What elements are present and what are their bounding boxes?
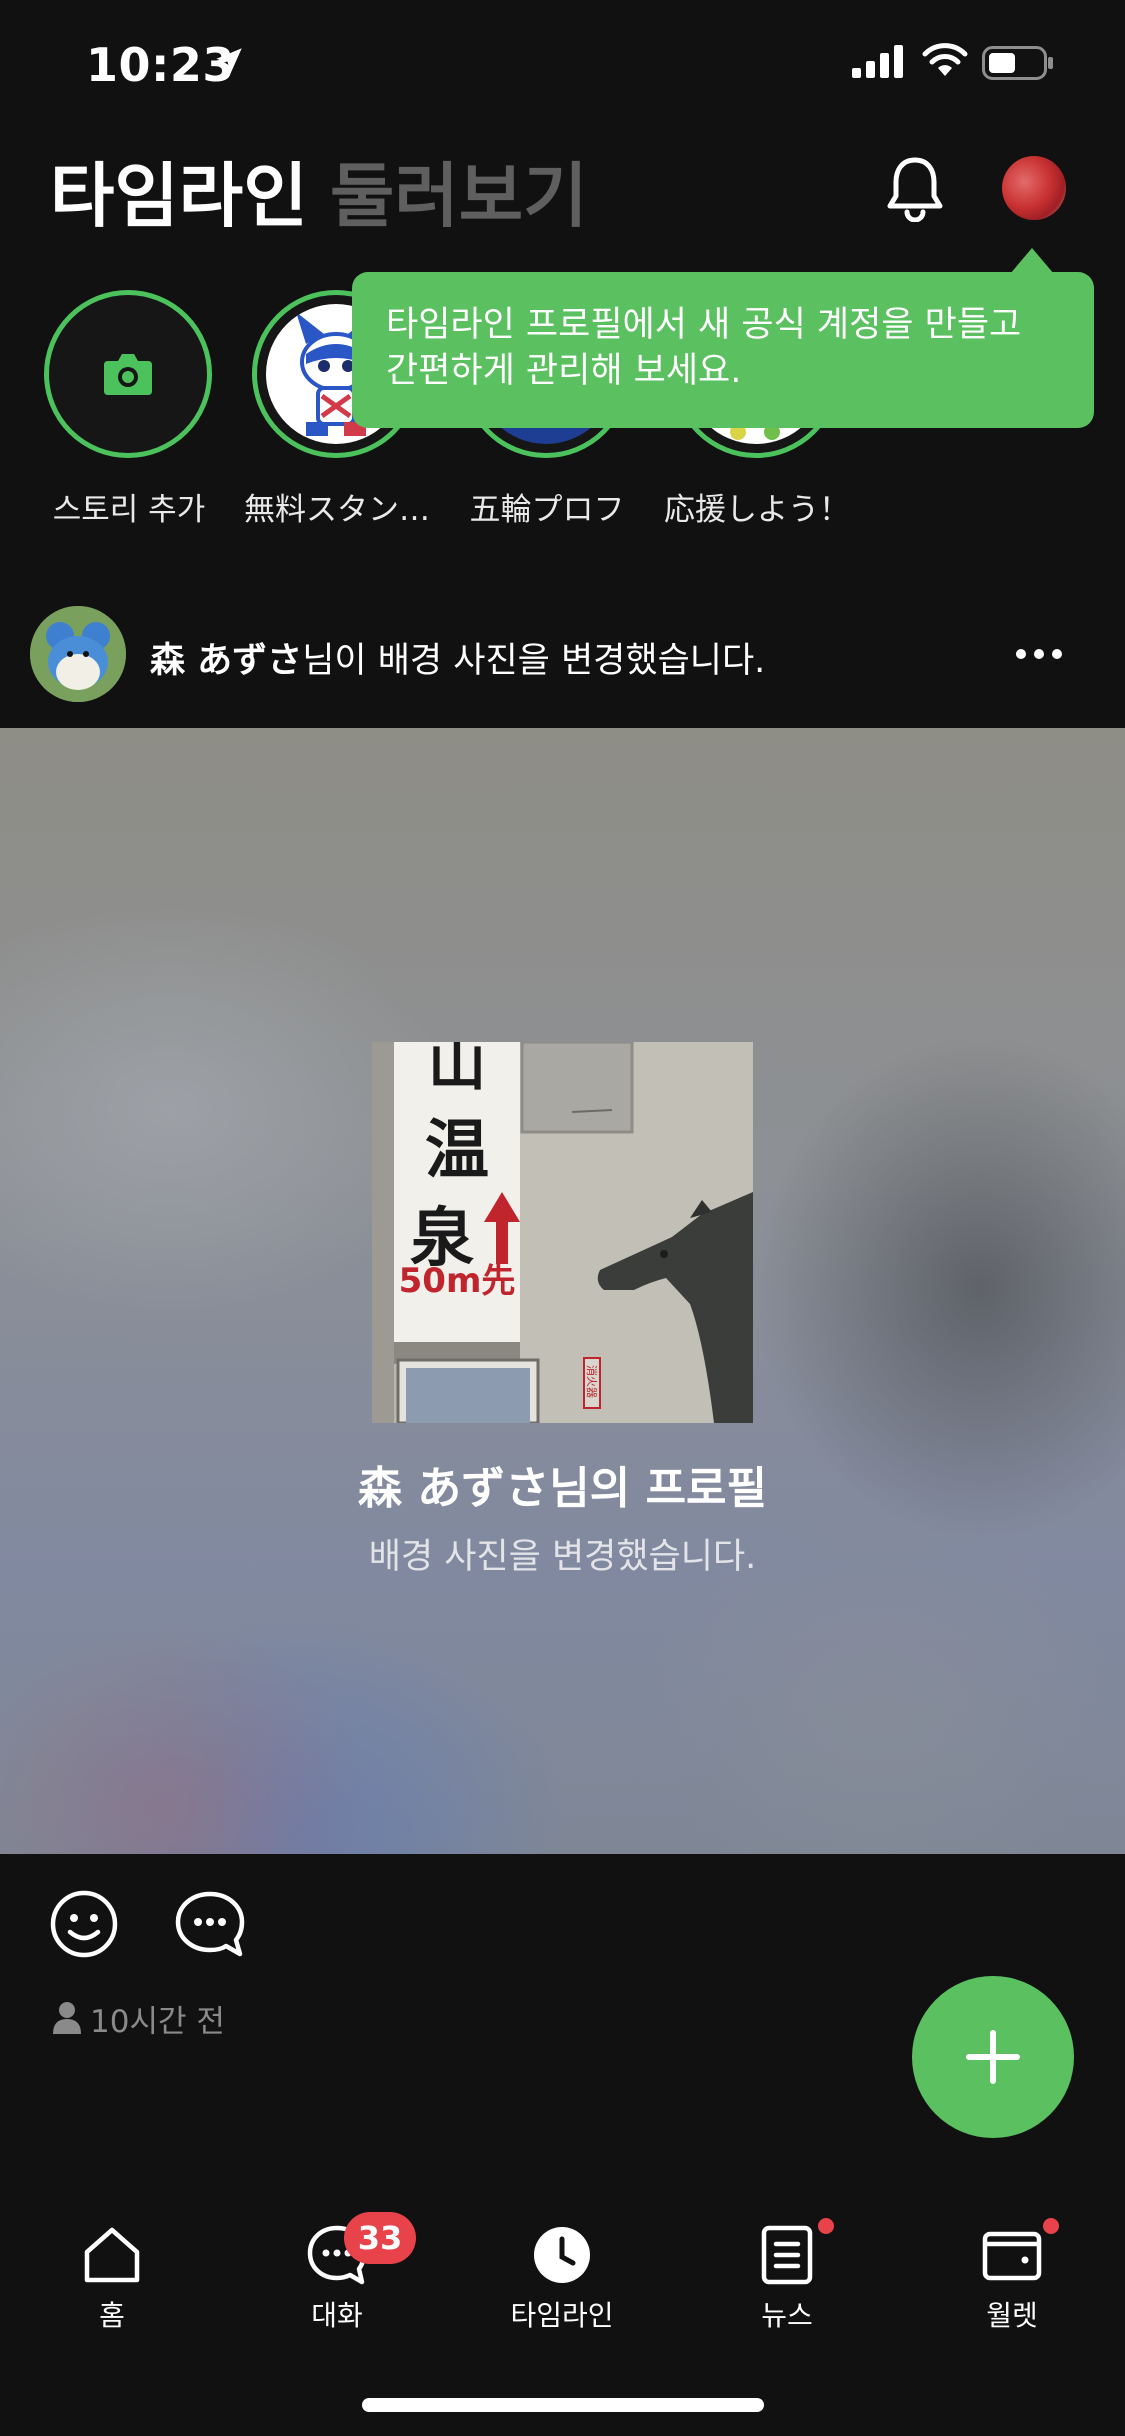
story-label: 応援しよう！ — [664, 492, 850, 528]
nav-timeline[interactable]: 타임라인 — [482, 2222, 642, 2334]
home-indicator[interactable] — [362, 2398, 764, 2412]
nav-home[interactable]: 홈 — [32, 2222, 192, 2334]
nav-label: 타임라인 — [510, 2299, 614, 2332]
camera-icon — [104, 354, 152, 395]
timeline-clock-icon — [534, 2227, 590, 2283]
location-arrow-icon — [216, 48, 242, 74]
reaction-smiley-icon[interactable] — [48, 1888, 120, 1960]
nav-label: 뉴스 — [761, 2299, 813, 2332]
nav-label: 홈 — [99, 2299, 125, 2332]
post-author-avatar[interactable] — [30, 606, 126, 702]
profile-avatar-button[interactable] — [1002, 156, 1066, 220]
story-label: 五輪プロフ — [469, 492, 625, 528]
wallet-icon — [982, 2231, 1042, 2281]
fire-extinguisher-sign: 消火器 — [585, 1365, 599, 1398]
visibility-person-icon — [53, 2002, 81, 2034]
wifi-icon — [922, 43, 968, 76]
nav-label: 대화 — [311, 2299, 363, 2332]
cellular-signal-icon — [852, 45, 903, 78]
comment-bubble-icon[interactable] — [172, 1888, 248, 1964]
sign-distance: 50m先 — [399, 1261, 516, 1301]
post-action-text: 님이 배경 사진을 변경했습니다. — [302, 641, 766, 681]
create-post-button[interactable] — [912, 1976, 1074, 2138]
sign-char: 山 — [428, 1042, 486, 1098]
news-icon — [761, 2225, 813, 2285]
post-time: 10시간 전 — [90, 2004, 225, 2040]
profile-title: 森 あずさ님의 프로필 — [357, 1463, 768, 1514]
tooltip-line: 타임라인 프로필에서 새 공식 계정을 만들고 — [386, 305, 1022, 345]
nav-wallet[interactable]: 월렛 — [932, 2222, 1092, 2334]
profile-subtitle: 배경 사진을 변경했습니다. — [368, 1537, 757, 1577]
tooltip-arrow — [1010, 248, 1054, 274]
more-options-icon[interactable] — [1014, 644, 1064, 664]
post-author-name[interactable]: 森 あずさ — [150, 641, 302, 681]
wallet-notification-dot — [1043, 2218, 1059, 2234]
notification-bell-icon[interactable] — [884, 154, 946, 222]
tooltip-line: 간편하게 관리해 보세요. — [386, 351, 742, 391]
tab-explore[interactable]: 둘러보기 — [330, 140, 588, 241]
unread-chat-badge: 33 — [344, 2212, 416, 2264]
story-label: 無料スタン… — [244, 492, 430, 528]
home-icon — [84, 2227, 140, 2283]
post-header-text: 森 あずさ님이 배경 사진을 변경했습니다. — [150, 632, 765, 683]
official-account-tooltip[interactable]: 타임라인 프로필에서 새 공식 계정을 만들고 간편하게 관리해 보세요. — [352, 272, 1094, 428]
tab-timeline[interactable]: 타임라인 — [50, 140, 308, 241]
story-label: 스토리 추가 — [52, 492, 206, 528]
plus-icon — [966, 2030, 1020, 2084]
sign-char: 温 — [425, 1114, 489, 1188]
news-notification-dot — [818, 2218, 834, 2234]
profile-background-photo[interactable]: 山 温 泉 50m先 消火器 — [372, 1042, 753, 1423]
story-add[interactable] — [44, 290, 212, 458]
nav-news[interactable]: 뉴스 — [707, 2222, 867, 2334]
battery-icon — [982, 46, 1053, 80]
nav-label: 월렛 — [986, 2299, 1038, 2332]
